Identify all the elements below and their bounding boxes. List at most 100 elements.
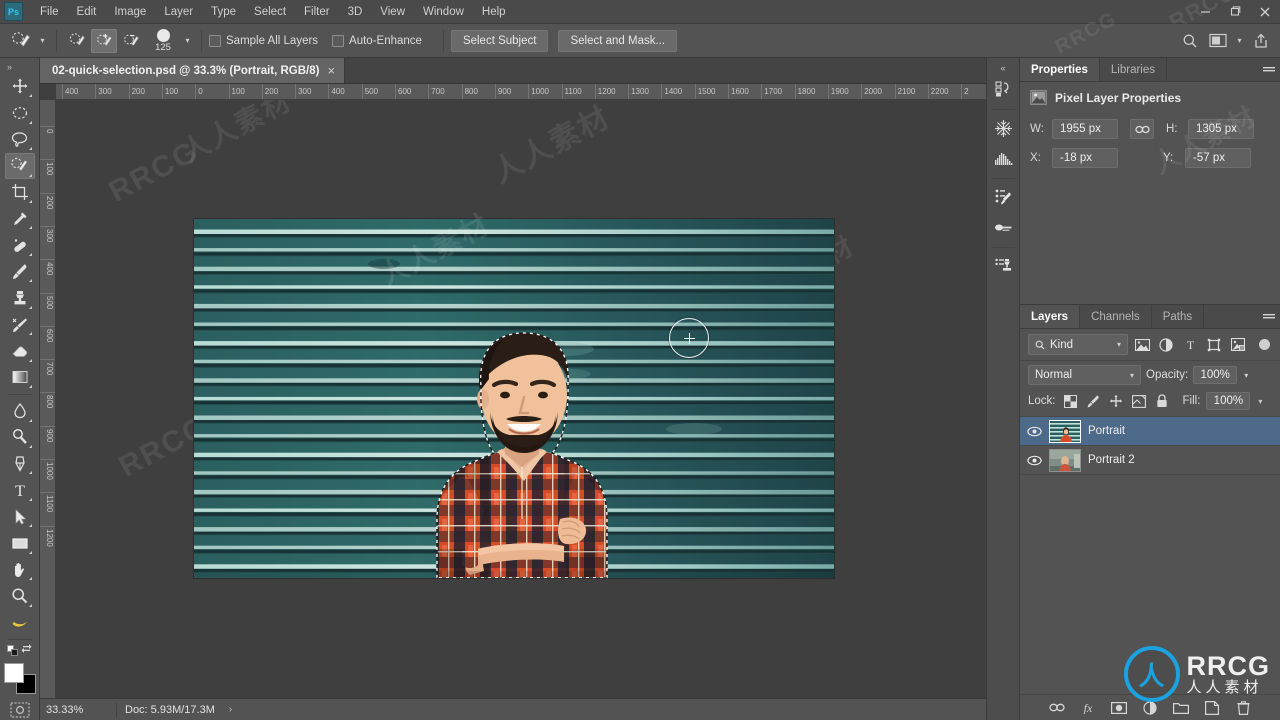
- select-subject-button[interactable]: Select Subject: [450, 29, 549, 52]
- clone-source-panel-icon[interactable]: [989, 252, 1017, 280]
- share-icon[interactable]: [1248, 28, 1274, 54]
- menu-help[interactable]: Help: [473, 3, 515, 21]
- menu-type[interactable]: Type: [202, 3, 245, 21]
- eyedropper-tool[interactable]: [5, 206, 35, 231]
- menu-window[interactable]: Window: [414, 3, 473, 21]
- link-icon[interactable]: [1130, 119, 1154, 139]
- tab-libraries[interactable]: Libraries: [1100, 58, 1167, 81]
- layer-style-fx-icon[interactable]: fx: [1079, 699, 1097, 717]
- blur-tool[interactable]: [5, 398, 35, 423]
- menu-image[interactable]: Image: [105, 3, 155, 21]
- filter-shape-icon[interactable]: [1204, 335, 1224, 355]
- width-field[interactable]: 1955 px: [1052, 119, 1118, 139]
- search-icon[interactable]: [1177, 28, 1203, 54]
- move-tool[interactable]: [5, 74, 35, 99]
- menu-layer[interactable]: Layer: [155, 3, 202, 21]
- auto-enhance-option[interactable]: Auto-Enhance: [332, 34, 422, 47]
- fill-chevron-down-icon[interactable]: ▾: [1258, 397, 1262, 406]
- brush-size-control[interactable]: 125: [145, 25, 181, 57]
- new-layer-icon[interactable]: [1203, 699, 1221, 717]
- foreground-color-swatch[interactable]: [3, 663, 24, 684]
- menu-3d[interactable]: 3D: [339, 3, 372, 21]
- crop-tool[interactable]: [5, 180, 35, 205]
- brush-tool[interactable]: [5, 259, 35, 284]
- tab-layers[interactable]: Layers: [1020, 305, 1081, 328]
- lock-transparent-icon[interactable]: [1062, 393, 1079, 410]
- lock-image-icon[interactable]: [1085, 393, 1102, 410]
- rectangle-tool[interactable]: [5, 530, 35, 555]
- history-brush-tool[interactable]: [5, 312, 35, 337]
- opacity-value[interactable]: 100%: [1193, 366, 1238, 384]
- default-colors-icon[interactable]: [7, 644, 18, 656]
- brush-presets-panel-icon[interactable]: [989, 213, 1017, 241]
- gradient-tool[interactable]: [5, 365, 35, 390]
- zoom-level[interactable]: 33.33%: [46, 704, 108, 716]
- layer-name[interactable]: Portrait: [1088, 425, 1125, 437]
- rail-collapse-icon[interactable]: «: [987, 60, 1019, 75]
- status-expand-icon[interactable]: ›: [229, 704, 232, 715]
- x-field[interactable]: -18 px: [1052, 148, 1118, 168]
- menu-filter[interactable]: Filter: [295, 3, 339, 21]
- filter-pixel-icon[interactable]: [1132, 335, 1152, 355]
- filter-toggle-icon[interactable]: [1259, 339, 1270, 350]
- auto-enhance-checkbox[interactable]: [332, 34, 345, 47]
- panel-menu-icon[interactable]: [1258, 58, 1280, 81]
- menu-view[interactable]: View: [371, 3, 414, 21]
- tab-channels[interactable]: Channels: [1080, 305, 1152, 328]
- lock-artboard-icon[interactable]: [1131, 393, 1148, 410]
- swap-colors-icon[interactable]: [21, 643, 32, 657]
- table-row[interactable]: Portrait 2: [1020, 446, 1280, 475]
- menu-file[interactable]: File: [31, 3, 68, 21]
- height-field[interactable]: 1305 px: [1188, 119, 1254, 139]
- healing-brush-tool[interactable]: [5, 232, 35, 257]
- delete-layer-icon[interactable]: [1234, 699, 1252, 717]
- opacity-chevron-down-icon[interactable]: ▾: [1244, 371, 1248, 380]
- document-tab[interactable]: 02-quick-selection.psd @ 33.3% (Portrait…: [40, 58, 346, 83]
- brush-settings-panel-icon[interactable]: [989, 183, 1017, 211]
- dodge-tool[interactable]: [5, 425, 35, 450]
- lock-all-icon[interactable]: [1154, 393, 1171, 410]
- marquee-tool[interactable]: [5, 100, 35, 125]
- filter-adjustment-icon[interactable]: [1156, 335, 1176, 355]
- canvas[interactable]: RRCG 人人素材 人人素材 RRCG RRCG 人人素材: [56, 100, 986, 698]
- restore-icon[interactable]: [1220, 0, 1250, 24]
- workspace-chevron-down-icon[interactable]: ▾: [1233, 30, 1246, 52]
- vertical-ruler[interactable]: 0 100 200 300 400 500 600 700 800 900 1000 1100 1200: [40, 100, 56, 698]
- close-icon[interactable]: ×: [327, 63, 335, 78]
- table-row[interactable]: Portrait: [1020, 417, 1280, 446]
- selection-add-icon[interactable]: [91, 28, 117, 53]
- lasso-tool[interactable]: [5, 127, 35, 152]
- blend-mode-select[interactable]: Normal ▾: [1028, 365, 1141, 385]
- filter-smart-object-icon[interactable]: [1228, 335, 1248, 355]
- menu-edit[interactable]: Edit: [68, 3, 106, 21]
- adjustment-layer-icon[interactable]: [1141, 699, 1159, 717]
- history-panel-icon[interactable]: [989, 75, 1017, 103]
- lock-position-icon[interactable]: [1108, 393, 1125, 410]
- layer-visibility-icon[interactable]: [1026, 426, 1042, 437]
- panel-menu-icon[interactable]: [1258, 305, 1280, 328]
- edit-toolbar-tool[interactable]: [5, 610, 35, 635]
- snowflake-panel-icon[interactable]: [989, 114, 1017, 142]
- add-mask-icon[interactable]: [1110, 699, 1128, 717]
- path-selection-tool[interactable]: [5, 504, 35, 529]
- horizontal-ruler[interactable]: 400 300 200 100 0 100 200 300 400 500 600 700 800 900…: [56, 84, 986, 100]
- sample-all-layers-option[interactable]: Sample All Layers: [209, 34, 318, 47]
- chevron-down-icon[interactable]: ▾: [1130, 371, 1134, 380]
- pen-tool[interactable]: [5, 451, 35, 476]
- color-swatches[interactable]: [3, 663, 37, 695]
- layer-visibility-icon[interactable]: [1026, 455, 1042, 466]
- brush-chevron-down-icon[interactable]: ▾: [181, 30, 194, 52]
- tool-preset-chevron-down-icon[interactable]: ▾: [36, 30, 49, 52]
- close-icon[interactable]: [1250, 0, 1280, 24]
- tab-properties[interactable]: Properties: [1020, 58, 1100, 81]
- minimize-icon[interactable]: [1190, 0, 1220, 24]
- selection-new-icon[interactable]: [64, 29, 90, 53]
- new-group-icon[interactable]: [1172, 699, 1190, 717]
- artboard[interactable]: 人人素材: [194, 208, 834, 578]
- layer-name[interactable]: Portrait 2: [1088, 454, 1135, 466]
- quick-selection-tool[interactable]: [4, 153, 35, 179]
- chevron-down-icon[interactable]: ▾: [1117, 340, 1121, 349]
- menu-select[interactable]: Select: [245, 3, 295, 21]
- clone-stamp-tool[interactable]: [5, 285, 35, 310]
- link-layers-icon[interactable]: [1048, 699, 1066, 717]
